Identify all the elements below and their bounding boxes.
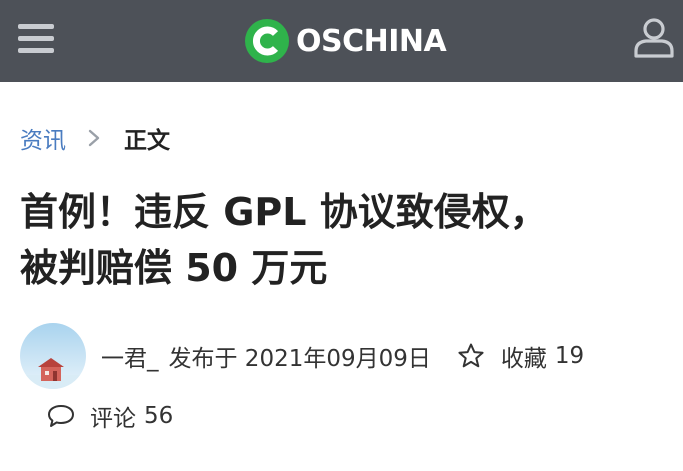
title-line-1: 首例！违反 GPL 协议致侵权， (20, 190, 548, 234)
brand-name: OSCHINA (296, 23, 447, 59)
comments-label: 评论 (90, 406, 136, 432)
comments-count: 56 (144, 403, 174, 429)
title-line-2: 被判赔偿 50 万元 (20, 246, 328, 290)
oschina-logo-icon (245, 19, 289, 63)
article-title: 首例！违反 GPL 协议致侵权， 被判赔偿 50 万元 (20, 184, 670, 296)
hamburger-menu-icon[interactable] (18, 22, 54, 56)
favorite-button[interactable]: 收藏 19 (457, 339, 584, 373)
favorite-count: 19 (554, 343, 585, 369)
author-name[interactable]: 一君_ (101, 339, 159, 373)
menu-line (18, 24, 54, 29)
comment-bubble-icon (48, 405, 74, 427)
top-navigation-bar: OSCHINA (0, 0, 683, 82)
breadcrumb-current: 正文 (124, 128, 170, 154)
article-meta: 一君_ 发布于 2021年09月09日 收藏 19 (20, 323, 670, 389)
breadcrumb-news-link[interactable]: 资讯 (20, 121, 66, 155)
favorite-label: 收藏 (500, 346, 547, 372)
breadcrumb: 资讯 正文 (20, 121, 170, 155)
meta-line: 一君_ 发布于 2021年09月09日 收藏 19 (101, 339, 584, 373)
user-icon[interactable] (632, 16, 676, 60)
avatar[interactable] (20, 323, 86, 389)
publish-date: 发布于 2021年09月09日 (168, 346, 431, 372)
chevron-right-icon (88, 129, 100, 147)
menu-line (18, 48, 54, 53)
comments-link[interactable]: 评论 56 (46, 399, 173, 433)
oschina-logo[interactable]: OSCHINA (244, 16, 447, 66)
menu-line (18, 36, 54, 41)
star-icon (458, 343, 484, 368)
